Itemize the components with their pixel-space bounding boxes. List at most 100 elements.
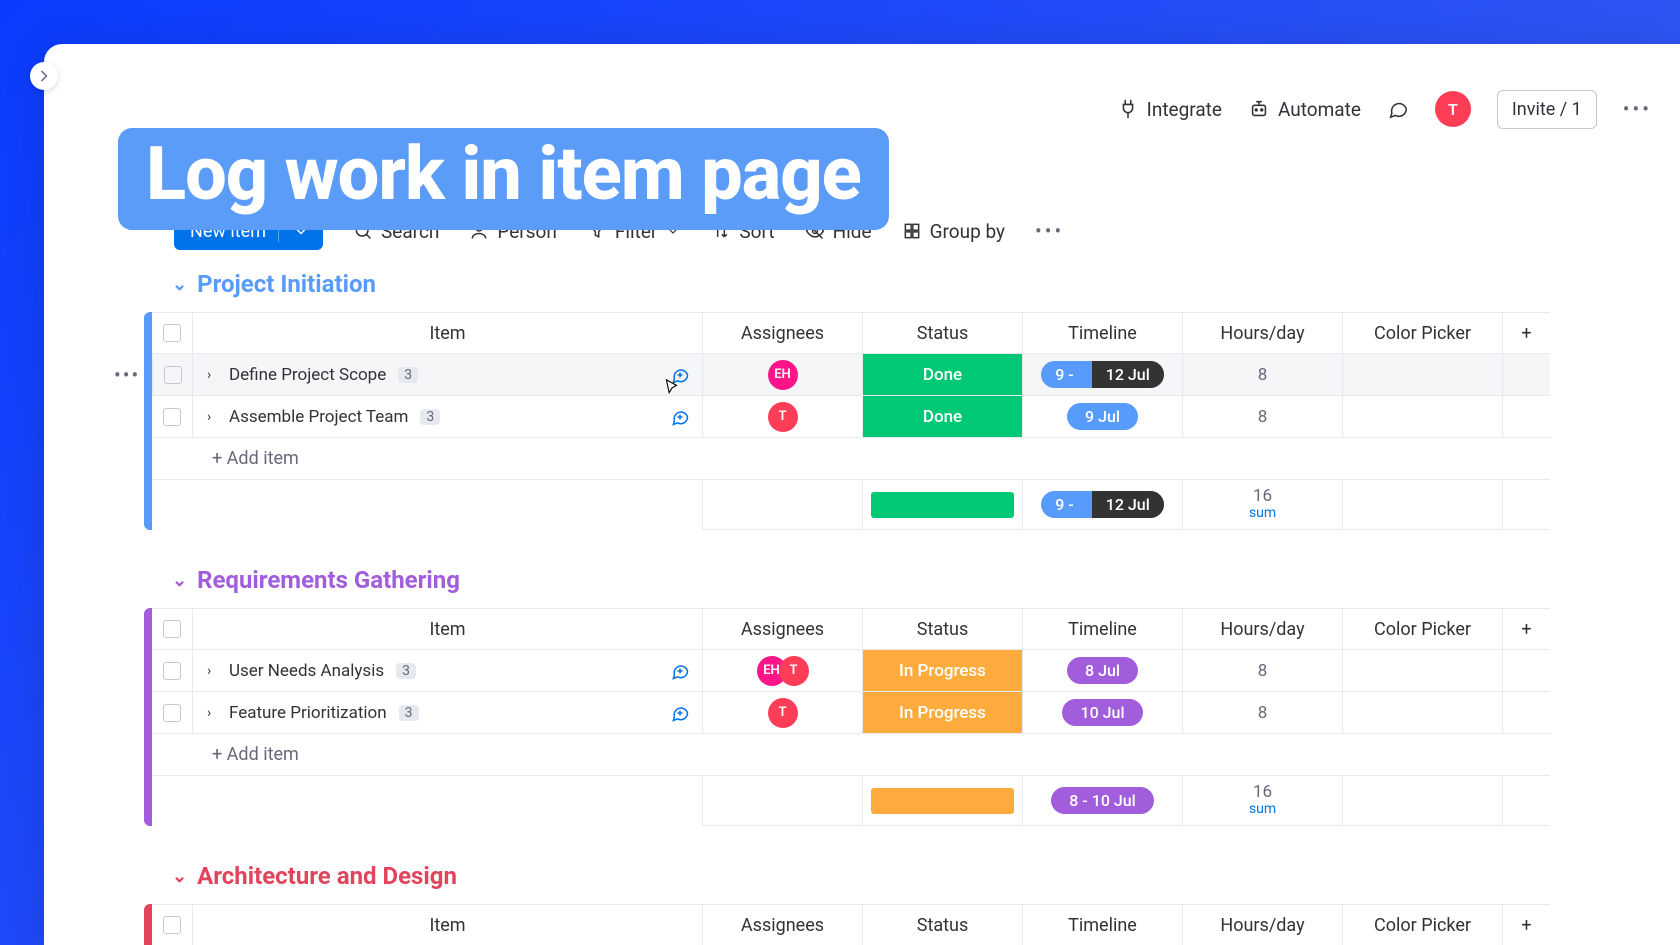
add-column-button[interactable]: + [1502,905,1550,945]
chevron-down-icon: ⌄ [172,866,187,887]
add-item-row[interactable]: + Add item [152,734,1550,776]
column-header-assignees[interactable]: Assignees [702,905,862,945]
row-actions-button[interactable]: ••• [114,363,140,387]
assignee-avatar[interactable]: T [768,698,798,728]
group-table: Item Assignees Status Timeline Hours/day… [144,904,1550,945]
color-picker-cell[interactable] [1342,650,1502,691]
open-item-icon[interactable] [670,703,690,723]
row-select-cell[interactable] [152,650,192,691]
open-item-icon[interactable] [670,661,690,681]
select-all-cell[interactable] [152,609,192,649]
row-select-cell[interactable] [152,354,192,395]
checkbox[interactable] [163,704,181,722]
hours-cell[interactable]: 8 [1182,354,1342,395]
page-title-banner: Log work in item page [118,128,889,230]
item-name-cell[interactable]: › Define Project Scope 3 [192,354,702,395]
integrate-button[interactable]: Integrate [1117,98,1222,121]
group-color-bar-faded [144,734,152,776]
checkbox[interactable] [163,408,181,426]
color-picker-cell[interactable] [1342,396,1502,437]
assignees-cell[interactable]: EH [702,354,862,395]
sidebar-collapse-button[interactable] [30,62,58,90]
automate-button[interactable]: Automate [1248,98,1361,121]
assignees-cell[interactable]: T [702,692,862,733]
group-icon [902,221,922,241]
summary-assignees-cell [702,776,862,826]
summary-hours-cell: 16sum [1182,480,1342,530]
add-item-row[interactable]: + Add item [152,438,1550,480]
checkbox[interactable] [163,324,181,342]
item-name-cell[interactable]: › Feature Prioritization 3 [192,692,702,733]
column-header-hours[interactable]: Hours/day [1182,313,1342,353]
column-header-color[interactable]: Color Picker [1342,313,1502,353]
subitem-count-badge: 3 [396,663,416,679]
color-picker-cell[interactable] [1342,354,1502,395]
summary-row: 8 - 10 Jul 16sum [152,776,1550,826]
column-header-item[interactable]: Item [192,905,702,945]
column-header-timeline[interactable]: Timeline [1022,609,1182,649]
status-cell[interactable]: Done [862,396,1022,437]
column-header-color[interactable]: Color Picker [1342,905,1502,945]
conversations-button[interactable] [1387,98,1409,120]
status-cell[interactable]: In Progress [862,650,1022,691]
column-header-hours[interactable]: Hours/day [1182,905,1342,945]
column-header-item[interactable]: Item [192,313,702,353]
timeline-cell[interactable]: 9 - 12 Jul [1022,354,1182,395]
timeline-cell[interactable]: 8 Jul [1022,650,1182,691]
checkbox[interactable] [164,366,182,384]
column-header-status[interactable]: Status [862,905,1022,945]
add-column-button[interactable]: + [1502,609,1550,649]
column-header-hours[interactable]: Hours/day [1182,609,1342,649]
group-title[interactable]: ⌄Architecture and Design [172,862,1550,890]
item-name-cell[interactable]: › User Needs Analysis 3 [192,650,702,691]
add-column-button[interactable]: + [1502,313,1550,353]
item-name-cell[interactable]: › Assemble Project Team 3 [192,396,702,437]
toolbar-more-button[interactable]: ••• [1035,219,1064,243]
column-header-item[interactable]: Item [192,609,702,649]
expand-subitems-icon[interactable]: › [207,663,217,679]
row-select-cell[interactable] [152,692,192,733]
column-header-color[interactable]: Color Picker [1342,609,1502,649]
hours-cell[interactable]: 8 [1182,650,1342,691]
status-cell[interactable]: Done [862,354,1022,395]
timeline-cell[interactable]: 10 Jul [1022,692,1182,733]
checkbox[interactable] [163,620,181,638]
expand-subitems-icon[interactable]: › [207,705,217,721]
assignee-avatar[interactable]: T [768,402,798,432]
column-header-timeline[interactable]: Timeline [1022,905,1182,945]
checkbox[interactable] [163,662,181,680]
column-header-assignees[interactable]: Assignees [702,609,862,649]
expand-subitems-icon[interactable]: › [207,409,217,425]
invite-button[interactable]: Invite / 1 [1497,90,1597,129]
column-header-status[interactable]: Status [862,313,1022,353]
summary-end-cell [1502,776,1550,826]
assignee-avatar[interactable]: T [779,656,809,686]
assignees-cell[interactable]: T [702,396,862,437]
select-all-cell[interactable] [152,313,192,353]
group-title[interactable]: ⌄Project Initiation [172,270,1550,298]
summary-timeline-cell: 9 - 12 Jul [1022,480,1182,530]
row-select-cell[interactable] [152,396,192,437]
user-avatar[interactable]: T [1435,91,1471,127]
assignees-cell[interactable]: EHT [702,650,862,691]
select-all-cell[interactable] [152,905,192,945]
status-cell[interactable]: In Progress [862,692,1022,733]
subitem-count-badge: 3 [420,409,440,425]
open-item-icon[interactable] [670,407,690,427]
timeline-cell[interactable]: 9 Jul [1022,396,1182,437]
column-header-timeline[interactable]: Timeline [1022,313,1182,353]
group-title[interactable]: ⌄Requirements Gathering [172,566,1550,594]
expand-subitems-icon[interactable]: › [207,367,217,383]
checkbox[interactable] [163,916,181,934]
row-end-cell [1502,354,1550,395]
open-item-icon[interactable] [670,365,690,385]
group-by-button[interactable]: Group by [902,220,1005,243]
hours-cell[interactable]: 8 [1182,396,1342,437]
hours-cell[interactable]: 8 [1182,692,1342,733]
column-header-assignees[interactable]: Assignees [702,313,862,353]
color-picker-cell[interactable] [1342,692,1502,733]
header-more-button[interactable]: ••• [1623,97,1652,121]
group: ⌄Architecture and Design Item Assignees … [144,862,1550,945]
assignee-avatar[interactable]: EH [768,360,798,390]
column-header-status[interactable]: Status [862,609,1022,649]
